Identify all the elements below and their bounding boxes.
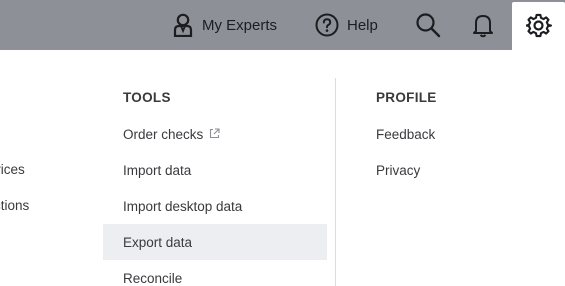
- menu-item-order-checks[interactable]: Order checks: [103, 116, 327, 152]
- menu-item-export-data[interactable]: Export data: [103, 224, 327, 260]
- left-column-item[interactable]: vices: [0, 162, 25, 177]
- menu-item-reconcile[interactable]: Reconcile: [103, 260, 327, 286]
- external-link-icon: [209, 127, 220, 142]
- gear-icon: [525, 13, 552, 39]
- menu-item-import-data[interactable]: Import data: [103, 152, 327, 188]
- search-button[interactable]: [415, 8, 441, 42]
- notifications-button[interactable]: [472, 8, 494, 42]
- menu-item-label: Export data: [123, 234, 193, 250]
- help-label: Help: [347, 16, 378, 34]
- menu-item-label: Privacy: [376, 162, 421, 178]
- help-button[interactable]: Help: [315, 8, 378, 42]
- left-column-item[interactable]: ctions: [0, 198, 29, 213]
- menu-item-label: Order checks: [123, 126, 204, 142]
- question-circle-icon: [315, 13, 339, 37]
- menu-item-feedback[interactable]: Feedback: [376, 116, 435, 152]
- bell-icon: [472, 12, 494, 38]
- menu-item-label: Import desktop data: [123, 198, 243, 214]
- my-experts-label: My Experts: [202, 16, 278, 34]
- top-bar: My Experts Help: [0, 0, 565, 50]
- my-experts-button[interactable]: My Experts: [173, 8, 277, 42]
- profile-heading: PROFILE: [376, 90, 437, 105]
- menu-item-label: Import data: [123, 162, 192, 178]
- tools-heading: TOOLS: [123, 90, 171, 105]
- column-divider: [335, 78, 336, 286]
- expert-person-icon: [173, 13, 193, 37]
- menu-item-label: Reconcile: [123, 270, 183, 286]
- search-icon: [415, 12, 441, 38]
- menu-item-import-desktop-data[interactable]: Import desktop data: [103, 188, 327, 224]
- menu-item-label: Feedback: [376, 126, 436, 142]
- settings-dropdown-panel: vices ctions TOOLS Order checks Import d…: [0, 50, 565, 286]
- menu-item-privacy[interactable]: Privacy: [376, 152, 420, 188]
